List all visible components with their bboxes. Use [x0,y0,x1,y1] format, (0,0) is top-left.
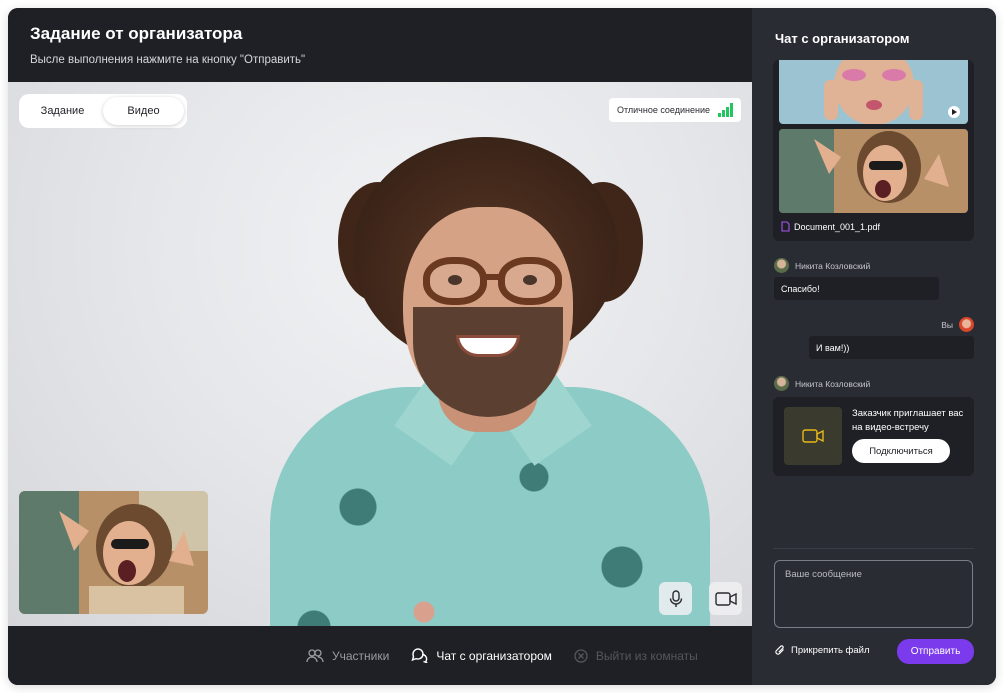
close-circle-icon [574,648,588,663]
document-name: Document_001_1.pdf [794,221,881,232]
join-meeting-button[interactable]: Подключиться [852,439,950,463]
tab-task[interactable]: Задание [22,97,103,125]
paperclip-icon [775,645,784,655]
divider [773,548,974,549]
mic-button[interactable] [659,582,692,615]
main-video: Задание Видео Отличное соединение [8,82,752,626]
camera-button[interactable] [709,582,742,615]
leave-room-button[interactable]: Выйти из комнаты [574,649,698,663]
message-input[interactable] [774,560,973,628]
connection-status: Отличное соединение [608,98,741,122]
document-attachment[interactable]: Document_001_1.pdf [781,221,880,232]
self-video-preview[interactable] [19,491,208,614]
chat-message: И вам!)) [809,336,974,359]
message-author: Никита Козловский [774,258,870,273]
play-icon [948,106,960,118]
tab-video[interactable]: Видео [103,97,184,125]
chat-message: Спасибо! [774,277,939,300]
page-subtitle: Выcле выполнения нажмите на кнопку "Отпр… [30,54,306,66]
participants-button[interactable]: Участники [306,649,389,663]
app-window: Задание от организатора Выcле выполнения… [8,8,996,685]
video-camera-icon [714,591,737,606]
main-area: Задание от организатора Выcле выполнения… [8,8,752,685]
message-author: Никита Козловский [774,376,870,391]
connection-label: Отличное соединение [616,105,710,115]
users-icon [306,648,324,662]
video-thumbnail[interactable] [779,60,968,124]
video-meeting-invite: Заказчик приглашает вас на видео-встречу… [773,397,974,476]
chat-label: Чат с организатором [436,648,552,663]
send-button[interactable]: Отправить [897,639,974,664]
chat-button[interactable]: Чат с организатором [411,648,552,663]
page-title: Задание от организатора [30,24,243,43]
attach-file-button[interactable]: Прикрепить файл [775,645,869,656]
avatar [774,258,789,273]
signal-bars-icon [718,103,733,117]
page-header: Задание от организатора Выcле выполнения… [8,8,752,82]
microphone-icon [669,589,682,607]
invite-text: Заказчик приглашает вас на видео-встречу [852,408,964,433]
image-thumbnail[interactable] [779,129,968,213]
chat-title: Чат с организатором [775,31,910,46]
attach-file-label: Прикрепить файл [791,645,870,656]
avatar [774,376,789,391]
file-icon [781,221,790,232]
bottom-toolbar: Участники Чат с организатором Выйти из к… [8,626,752,685]
leave-room-label: Выйти из комнаты [595,648,698,663]
message-author: Вы [941,317,974,332]
media-message: Document_001_1.pdf [773,60,974,241]
avatar [959,317,974,332]
view-toggle: Задание Видео [19,94,187,128]
chat-bubbles-icon [411,648,429,663]
chat-panel: Чат с организатором Document_001_1.pdf Н… [752,8,996,685]
video-call-icon [784,407,842,465]
participants-label: Участники [332,648,390,663]
